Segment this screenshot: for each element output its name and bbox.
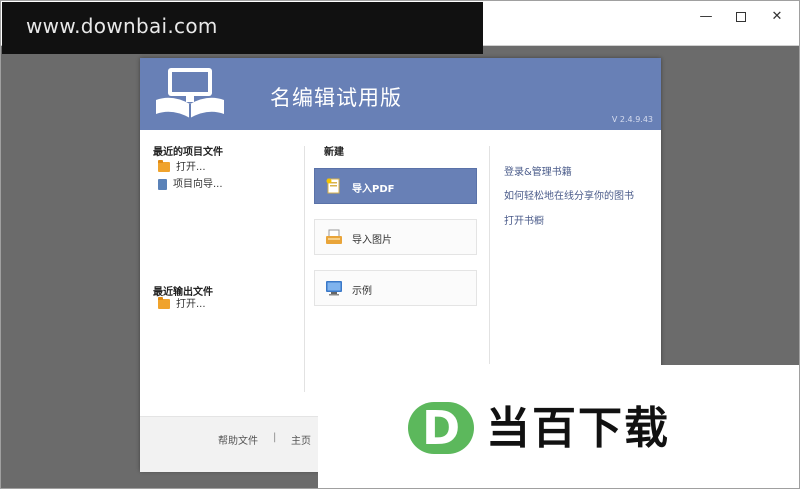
column-divider <box>304 146 305 392</box>
footer-separator: | <box>273 432 277 443</box>
watermark-url: www.downbai.com <box>2 2 483 54</box>
recent-exports-heading: 最近输出文件 <box>153 287 213 298</box>
watermark-logo: D 当百下载 <box>318 365 799 488</box>
dialog-header: 名编辑试用版 V 2.4.9.43 <box>140 58 661 130</box>
folder-icon <box>158 297 170 309</box>
project-wizard-label: 项目向导... <box>173 179 223 190</box>
maximize-icon <box>736 11 746 22</box>
book-icon <box>158 178 167 190</box>
open-project-label: 打开... <box>176 162 206 173</box>
share-books-online-link[interactable]: 如何轻松地在线分享你的图书 <box>504 187 634 202</box>
book-monitor-logo-icon <box>156 68 224 118</box>
help-file-link[interactable]: 帮助文件 <box>218 432 258 447</box>
watermark-logo-letter: D <box>422 401 461 455</box>
open-export-link[interactable]: 打开... <box>158 297 206 312</box>
open-bookcase-link[interactable]: 打开书橱 <box>504 212 544 227</box>
folder-icon <box>158 160 170 172</box>
column-divider <box>489 146 490 364</box>
import-image-button[interactable]: 导入图片 <box>314 219 477 255</box>
pdf-import-icon <box>326 178 340 194</box>
import-image-label: 导入图片 <box>352 235 392 246</box>
open-export-label: 打开... <box>176 299 206 310</box>
open-project-link[interactable]: 打开... <box>158 160 206 175</box>
watermark-logo-text: 当百下载 <box>486 403 670 454</box>
maximize-button[interactable] <box>729 7 753 27</box>
minimize-button[interactable]: — <box>694 7 718 27</box>
close-button[interactable]: ✕ <box>765 7 789 27</box>
login-manage-books-link[interactable]: 登录&管理书籍 <box>504 163 572 178</box>
image-import-icon <box>326 229 342 244</box>
recent-projects-heading: 最近的项目文件 <box>153 147 223 158</box>
example-button[interactable]: 示例 <box>314 270 477 306</box>
example-label: 示例 <box>352 286 372 297</box>
dialog-title: 名编辑试用版 <box>270 86 402 110</box>
import-pdf-button[interactable]: 导入PDF <box>314 168 477 204</box>
monitor-icon <box>326 281 342 296</box>
new-heading: 新建 <box>324 147 344 158</box>
app-window: — ✕ 名编辑试用版 V 2.4.9.43 最近的项目文件 打开... 项目向导… <box>0 0 800 489</box>
version-label: V 2.4.9.43 <box>611 115 653 124</box>
import-pdf-label: 导入PDF <box>352 184 395 195</box>
project-wizard-link[interactable]: 项目向导... <box>158 178 223 192</box>
home-link[interactable]: 主页 <box>291 432 311 447</box>
